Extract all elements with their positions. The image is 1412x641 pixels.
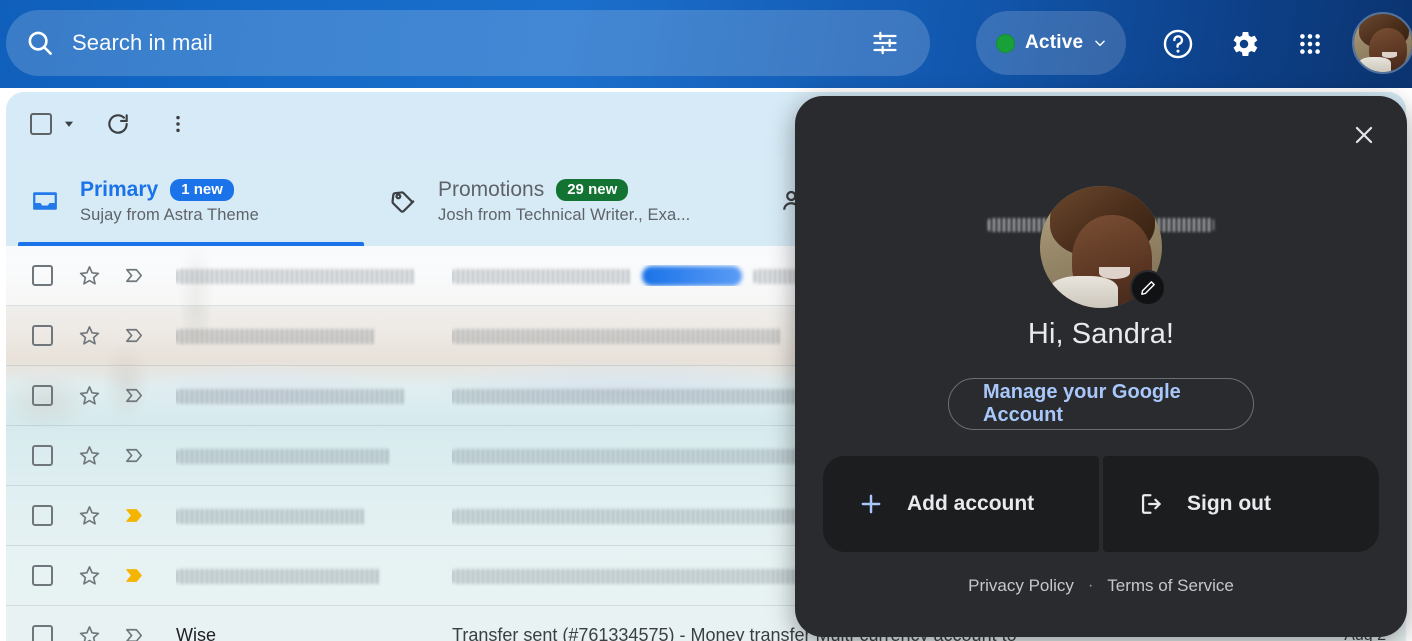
- tab-promotions[interactable]: Promotions 29 new Josh from Technical Wr…: [364, 156, 756, 246]
- help-circle-icon[interactable]: [1156, 22, 1200, 66]
- row-checkbox[interactable]: [32, 265, 53, 286]
- search-icon: [22, 25, 58, 61]
- app-header: Search in mail Active: [0, 0, 1412, 88]
- important-marker-icon[interactable]: [122, 444, 146, 468]
- star-icon[interactable]: [77, 564, 101, 588]
- add-account-button[interactable]: Add account: [823, 456, 1099, 552]
- tab-promotions-badge: 29 new: [556, 178, 629, 201]
- gear-icon[interactable]: [1222, 22, 1266, 66]
- more-vertical-icon[interactable]: [158, 104, 198, 144]
- tab-promotions-text: Promotions 29 new Josh from Technical Wr…: [438, 178, 690, 225]
- chevron-down-icon: [1093, 36, 1107, 50]
- row-checkbox[interactable]: [32, 625, 53, 641]
- status-active-pill[interactable]: Active: [976, 11, 1126, 75]
- star-icon[interactable]: [77, 324, 101, 348]
- row-sender: [176, 445, 446, 466]
- star-icon[interactable]: [77, 384, 101, 408]
- account-actions: Add account Sign out: [823, 456, 1379, 552]
- apps-grid-icon[interactable]: [1288, 22, 1332, 66]
- important-marker-icon[interactable]: [122, 384, 146, 408]
- close-icon[interactable]: [1343, 114, 1385, 156]
- refresh-icon[interactable]: [98, 104, 138, 144]
- tab-primary-label: Primary: [80, 177, 159, 201]
- tune-filter-icon[interactable]: [870, 28, 900, 58]
- row-sender: [176, 325, 446, 346]
- search-input[interactable]: Search in mail: [72, 30, 870, 56]
- star-icon[interactable]: [77, 264, 101, 288]
- plus-icon: [855, 488, 887, 520]
- tab-promotions-label: Promotions: [438, 177, 545, 201]
- important-marker-icon[interactable]: [122, 504, 146, 528]
- avatar-image: [1354, 14, 1412, 72]
- row-checkbox[interactable]: [32, 565, 53, 586]
- tab-primary-subtitle: Sujay from Astra Theme: [80, 205, 259, 224]
- status-dot-icon: [996, 33, 1015, 53]
- row-badge-chip: [642, 266, 742, 287]
- row-sender: [176, 385, 446, 406]
- sign-out-label: Sign out: [1187, 492, 1271, 515]
- avatar[interactable]: [1352, 12, 1412, 74]
- select-all-checkbox[interactable]: [30, 113, 52, 135]
- row-sender: [176, 505, 446, 526]
- tab-promotions-subtitle: Josh from Technical Writer., Exa...: [438, 205, 691, 224]
- add-account-label: Add account: [907, 492, 1035, 515]
- inbox-icon: [28, 184, 62, 218]
- account-greeting: Hi, Sandra!: [1027, 318, 1175, 350]
- search-bar[interactable]: Search in mail: [6, 10, 930, 76]
- row-sender: Wise: [176, 625, 216, 641]
- row-sender: [176, 265, 446, 286]
- avatar[interactable]: [1040, 186, 1166, 308]
- popup-footer: Privacy Policy · Terms of Service: [795, 576, 1407, 596]
- tab-primary-text: Primary 1 new Sujay from Astra Theme: [80, 178, 259, 225]
- gmail-app-window: Search in mail Active Primary 1 new Suja…: [0, 0, 1412, 641]
- chevron-down-icon[interactable]: [62, 117, 76, 131]
- star-icon[interactable]: [77, 624, 101, 641]
- terms-of-service-link[interactable]: Terms of Service: [1107, 576, 1234, 596]
- important-marker-icon[interactable]: [122, 564, 146, 588]
- privacy-policy-link[interactable]: Privacy Policy: [968, 576, 1074, 596]
- sign-out-button[interactable]: Sign out: [1103, 456, 1379, 552]
- row-sender: [176, 565, 446, 586]
- account-popup: Hi, Sandra! Manage your Google Account A…: [795, 96, 1407, 637]
- row-checkbox[interactable]: [32, 325, 53, 346]
- row-checkbox[interactable]: [32, 445, 53, 466]
- footer-separator: ·: [1087, 577, 1094, 594]
- manage-google-account-button[interactable]: Manage your Google Account: [948, 378, 1254, 430]
- important-marker-icon[interactable]: [122, 264, 146, 288]
- tab-primary-badge: 1 new: [170, 178, 234, 201]
- row-checkbox[interactable]: [32, 505, 53, 526]
- important-marker-icon[interactable]: [122, 624, 146, 641]
- star-icon[interactable]: [77, 504, 101, 528]
- logout-icon: [1135, 488, 1167, 520]
- pencil-icon[interactable]: [1130, 270, 1166, 306]
- star-icon[interactable]: [77, 444, 101, 468]
- row-checkbox[interactable]: [32, 385, 53, 406]
- status-label: Active: [1025, 32, 1084, 53]
- tag-icon: [386, 184, 420, 218]
- important-marker-icon[interactable]: [122, 324, 146, 348]
- tab-primary[interactable]: Primary 1 new Sujay from Astra Theme: [6, 156, 364, 246]
